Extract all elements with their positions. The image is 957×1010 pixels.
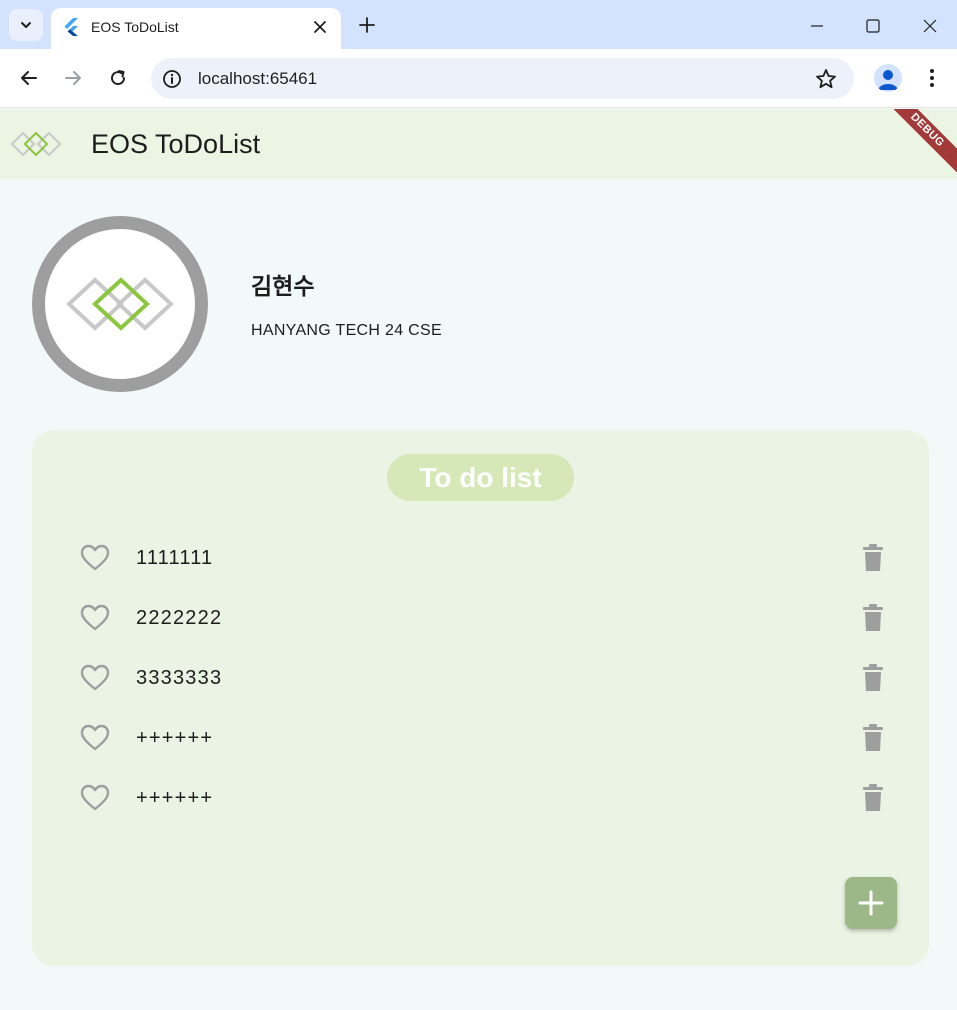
forward-icon [65,71,81,85]
browser-tab[interactable]: EOS ToDoList [51,8,341,49]
plus-icon [359,17,375,33]
todo-item: 2222222 [32,590,929,650]
star-icon[interactable] [814,67,838,91]
forward-button[interactable] [59,64,87,92]
browser-tabstrip: EOS ToDoList [0,0,957,49]
minimize-button[interactable] [797,8,837,44]
kebab-icon [930,69,934,87]
back-button[interactable] [15,64,43,92]
profile-subtitle: HANYANG TECH 24 CSE [251,322,442,339]
trash-icon[interactable] [861,724,885,752]
tab-search-button[interactable] [9,9,43,41]
close-window-button[interactable] [910,8,950,44]
todo-item: 3333333 [32,650,929,710]
browser-toolbar: localhost:65461 [0,49,957,108]
todo-item-text: 3333333 [136,667,223,689]
flutter-icon [63,18,79,41]
tab-title: EOS ToDoList [91,19,179,35]
chevron-down-icon [21,22,31,28]
todo-item-text: ++++++ [136,727,214,749]
trash-icon[interactable] [861,784,885,812]
url-text[interactable]: localhost:65461 [198,69,317,89]
menu-button[interactable] [920,64,944,92]
eos-logo [66,277,174,331]
profile-icon [878,70,898,90]
info-icon[interactable] [161,68,183,90]
heart-icon[interactable] [80,604,110,632]
profile-button[interactable] [874,64,902,92]
back-icon [21,71,37,85]
heart-icon[interactable] [80,784,110,812]
todo-card: To do list 1111111 2222222 3333333 +++++… [32,430,929,966]
maximize-icon [866,19,880,33]
todo-item: ++++++ [32,710,929,770]
trash-icon[interactable] [861,604,885,632]
add-todo-button[interactable] [845,877,897,929]
maximize-button[interactable] [853,8,893,44]
todo-item: 1111111 [32,530,929,590]
reload-icon [111,70,126,86]
add-icon [858,890,884,916]
trash-icon[interactable] [861,664,885,692]
minimize-icon [811,25,823,27]
heart-icon[interactable] [80,724,110,752]
eos-logo [10,130,62,163]
heart-icon[interactable] [80,664,110,692]
app-bar: EOS ToDoList DEBUG [0,109,957,179]
heart-icon[interactable] [80,544,110,572]
app-title: EOS ToDoList [91,129,261,159]
todo-item-text: ++++++ [136,787,214,809]
address-bar[interactable]: localhost:65461 [151,58,854,99]
profile-name: 김현수 [251,273,315,299]
debug-banner: DEBUG [871,109,957,179]
todo-item: ++++++ [32,770,929,830]
reload-button[interactable] [104,64,132,92]
close-icon[interactable] [309,16,331,38]
close-icon [923,19,937,33]
todo-heading: To do list [387,454,574,501]
new-tab-button[interactable] [354,12,380,38]
avatar [32,216,208,392]
trash-icon[interactable] [861,544,885,572]
todo-item-text: 1111111 [136,547,214,569]
main-content: 김현수 HANYANG TECH 24 CSE To do list 11111… [0,179,957,1010]
todo-item-text: 2222222 [136,607,223,629]
